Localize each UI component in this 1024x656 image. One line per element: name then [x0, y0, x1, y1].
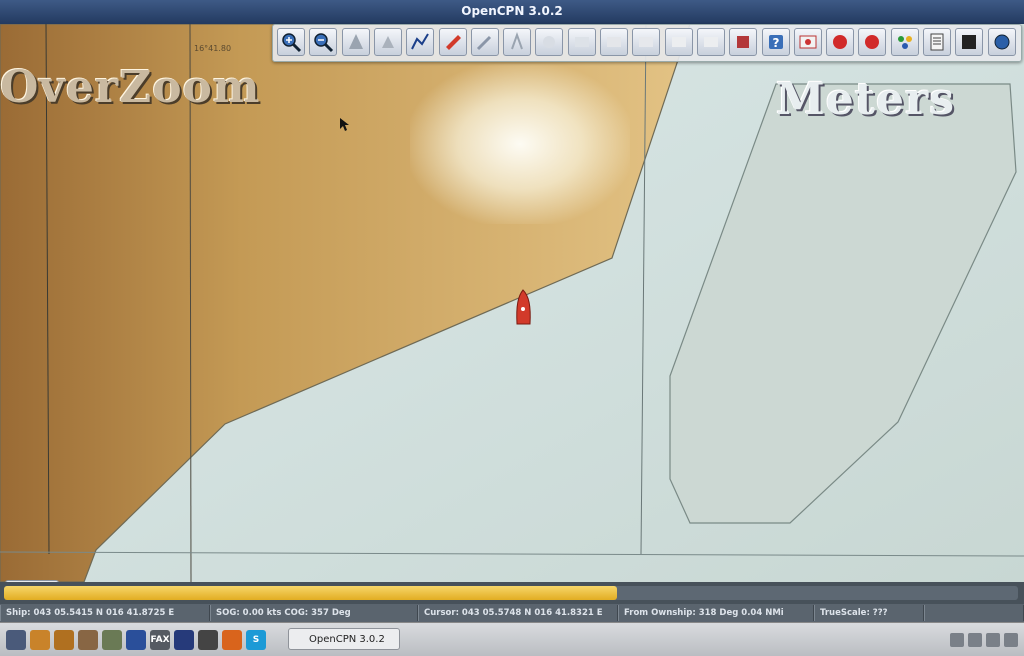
system-tray	[950, 631, 1018, 649]
print-button[interactable]	[729, 28, 758, 56]
dashboard-button[interactable]	[890, 28, 919, 56]
color-scheme-button[interactable]	[664, 28, 693, 56]
settings-button[interactable]	[470, 28, 499, 56]
text-editor-icon[interactable]	[102, 630, 122, 650]
help-button[interactable]: ?	[761, 28, 790, 56]
alarm-1-button[interactable]	[826, 28, 855, 56]
status-sog-cog: SOG: 0.00 kts COG: 357 Deg	[210, 605, 418, 621]
status-cursor-position: Cursor: 043 05.5748 N 016 41.8321 E	[418, 605, 618, 621]
progress-track	[4, 586, 1018, 600]
grib-button[interactable]	[793, 28, 822, 56]
status-from-ownship: From Ownship: 318 Deg 0.04 NMi	[618, 605, 814, 621]
scale-out-button[interactable]	[373, 28, 402, 56]
taskbar-window-button[interactable]: OpenCPN 3.0.2	[288, 628, 400, 650]
route-button[interactable]	[406, 28, 435, 56]
status-truescale: TrueScale: ???	[814, 605, 924, 621]
volume-icon[interactable]	[1004, 633, 1018, 647]
longitude-gridline-label: 16°41.80	[194, 44, 232, 53]
scale-out-icon	[381, 36, 394, 48]
dashboard-icon	[897, 36, 912, 49]
progress-area	[0, 582, 1024, 604]
status-bar: Ship: 043 05.5415 N 016 41.8725 E SOG: 0…	[0, 604, 1024, 622]
current-icon	[543, 36, 556, 48]
ais-button[interactable]	[696, 28, 725, 56]
svg-text:?: ?	[772, 36, 779, 50]
text-icon	[511, 32, 524, 50]
radar-icon	[962, 35, 977, 49]
radar-button[interactable]	[955, 28, 984, 56]
scale-in-button[interactable]	[341, 28, 370, 56]
chart-canvas[interactable]: OverZoom Meters 16°41.80	[0, 24, 1024, 582]
ais-icon	[703, 37, 718, 47]
ocean-icon[interactable]	[6, 630, 26, 650]
alarm-2-button[interactable]	[858, 28, 887, 56]
window-titlebar[interactable]: OpenCPN 3.0.2	[0, 0, 1024, 24]
depth-units-label: Meters	[776, 74, 955, 125]
update-icon[interactable]	[968, 633, 982, 647]
anchor-icon[interactable]	[54, 630, 74, 650]
status-empty	[924, 605, 1024, 621]
battery-icon[interactable]	[986, 633, 1000, 647]
logbook-button[interactable]	[923, 28, 951, 56]
wrench-icon	[476, 35, 491, 51]
logbook-icon	[930, 33, 944, 51]
cloud-icon[interactable]	[198, 630, 218, 650]
globe-button[interactable]	[987, 28, 1016, 56]
current-button[interactable]	[535, 28, 564, 56]
tide-button[interactable]	[567, 28, 596, 56]
skype-icon[interactable]: S	[246, 630, 266, 650]
window-title: OpenCPN 3.0.2	[461, 4, 563, 18]
main-toolbar: ?	[272, 24, 1022, 62]
zoom-out-button[interactable]	[309, 28, 338, 56]
route-icon	[411, 33, 430, 50]
firefox-icon[interactable]	[222, 630, 242, 650]
network-icon[interactable]	[950, 633, 964, 647]
globe-icon	[994, 34, 1010, 50]
weather-icon[interactable]	[174, 630, 194, 650]
alarm-icon	[833, 35, 848, 49]
tools-icon[interactable]	[78, 630, 98, 650]
zoom-out-icon	[314, 33, 334, 53]
zoom-in-button[interactable]	[277, 28, 305, 56]
color-scheme-icon	[671, 37, 686, 47]
track-icon	[639, 37, 654, 47]
text-button[interactable]	[503, 28, 532, 56]
taskbar: FAX S OpenCPN 3.0.2	[0, 622, 1024, 656]
status-ship-position: Ship: 043 05.5415 N 016 41.8725 E	[0, 605, 210, 621]
help-icon: ?	[768, 35, 783, 50]
alarm-icon	[865, 35, 880, 49]
zoom-in-icon	[282, 33, 302, 53]
overzoom-label: OverZoom	[0, 62, 261, 113]
globe-icon[interactable]	[126, 630, 146, 650]
track-button[interactable]	[632, 28, 661, 56]
grib-icon	[799, 35, 817, 49]
ship-icon	[445, 35, 461, 50]
route-manager-icon	[607, 37, 621, 47]
sail-icon[interactable]	[30, 630, 50, 650]
fax-icon[interactable]: FAX	[150, 630, 170, 650]
progress-fill	[4, 586, 618, 600]
desktop-screen: OpenCPN 3.0.2 OverZoom Meters 16°41.80 ?…	[0, 0, 1024, 656]
tide-icon	[574, 37, 589, 47]
auto-follow-button[interactable]	[438, 28, 467, 56]
route-manager-button[interactable]	[600, 28, 628, 56]
scale-in-icon	[348, 34, 363, 49]
print-icon	[737, 36, 750, 48]
